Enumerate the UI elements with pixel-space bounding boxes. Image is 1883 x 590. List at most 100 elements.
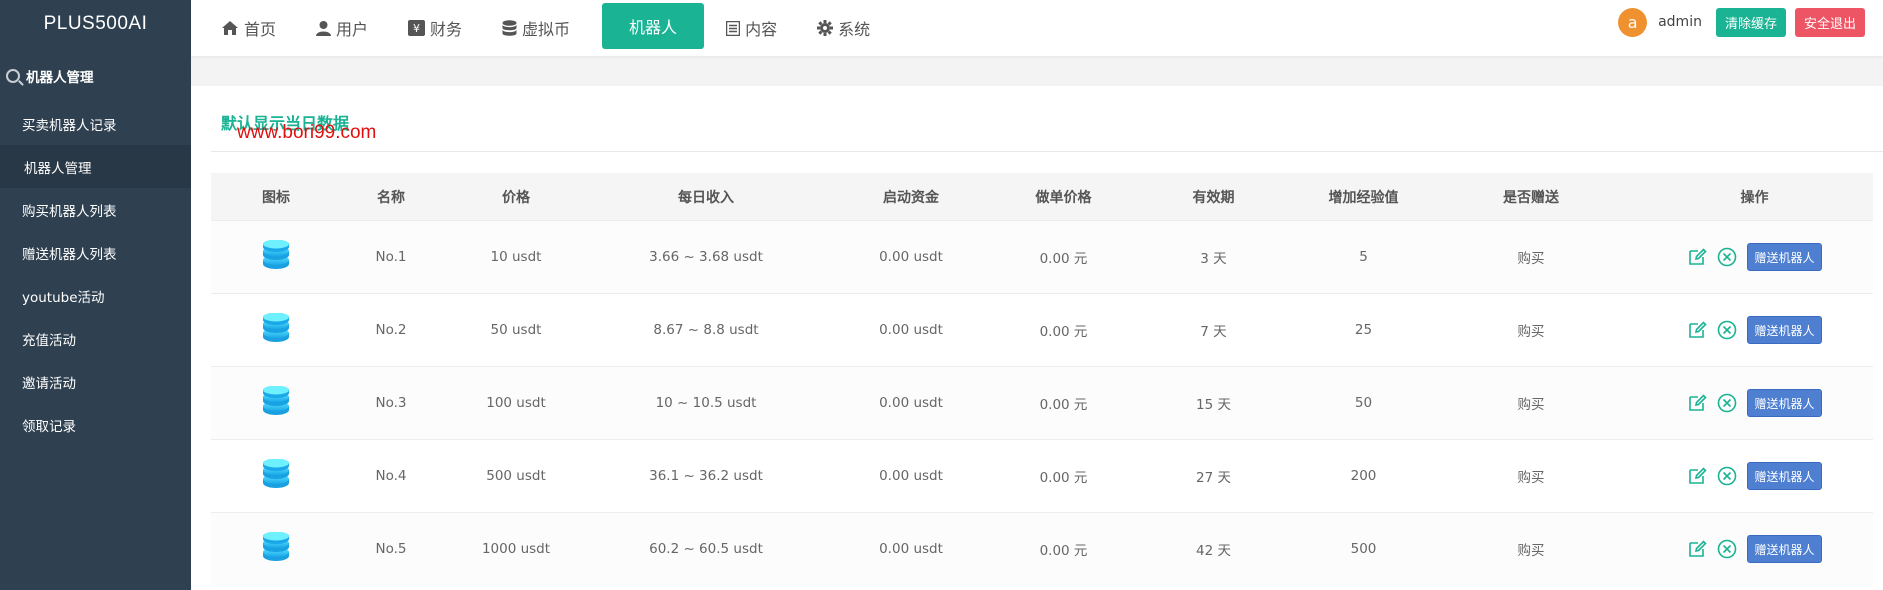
robot-is-gift: 购买 (1517, 543, 1545, 559)
robot-experience: 25 (1354, 322, 1373, 338)
avatar[interactable]: a (1618, 7, 1648, 37)
robot-start-fund: 0.00 usdt (879, 322, 943, 338)
table-row: No.5 1000 usdt 60.2 ~ 60.5 usdt 0.00 usd… (211, 512, 1873, 585)
delete-icon[interactable] (1717, 539, 1737, 559)
robot-validity: 15 天 (1196, 397, 1231, 413)
robot-start-fund: 0.00 usdt (879, 249, 943, 265)
table-row: No.1 10 usdt 3.66 ~ 3.68 usdt 0.00 usdt … (211, 220, 1873, 293)
row-actions: 赠送机器人 (1636, 389, 1873, 417)
gear-icon (817, 20, 834, 36)
sidebar-item-robot-management[interactable]: 机器人管理 (0, 145, 191, 188)
robot-start-fund: 0.00 usdt (879, 541, 943, 557)
top-navbar: 首页 用户 ¥ 财务 虚拟币 机器人 内容 系统 a admin 清除缓存 安全… (191, 0, 1883, 56)
robot-name: No.1 (375, 249, 407, 265)
gift-robot-button[interactable]: 赠送机器人 (1747, 243, 1822, 271)
robot-experience: 5 (1359, 249, 1368, 265)
sidebar-section-label: 机器人管理 (26, 69, 94, 86)
robot-table: 图标 名称 价格 每日收入 启动资金 做单价格 有效期 增加经验值 是否赠送 操… (211, 173, 1873, 585)
sidebar-item-youtube-activity[interactable]: youtube活动 (0, 274, 191, 317)
robot-is-gift: 购买 (1517, 470, 1545, 486)
finance-icon: ¥ (408, 20, 426, 36)
robot-name: No.3 (375, 395, 407, 411)
gift-robot-button[interactable]: 赠送机器人 (1747, 316, 1822, 344)
robot-icon-cell (211, 532, 341, 566)
gift-robot-button[interactable]: 赠送机器人 (1747, 462, 1822, 490)
nav-label: 虚拟币 (522, 20, 571, 39)
gift-robot-button[interactable]: 赠送机器人 (1747, 389, 1822, 417)
robot-icon-cell (211, 386, 341, 420)
nav-home[interactable]: 首页 (221, 0, 276, 56)
header-daily-income: 每日收入 (678, 189, 734, 206)
nav-label: 系统 (838, 20, 871, 39)
nav-system[interactable]: 系统 (817, 0, 870, 56)
nav-content[interactable]: 内容 (726, 0, 777, 56)
robot-validity: 27 天 (1196, 470, 1231, 486)
robot-experience: 50 (1354, 395, 1373, 411)
sidebar-item-label: 买卖机器人记录 (22, 117, 117, 134)
row-actions: 赠送机器人 (1636, 316, 1873, 344)
table-row: No.3 100 usdt 10 ~ 10.5 usdt 0.00 usdt 0… (211, 366, 1873, 439)
sidebar-item-gift-list[interactable]: 赠送机器人列表 (0, 231, 191, 274)
sidebar-item-label: 领取记录 (22, 418, 76, 435)
nav-crypto[interactable]: 虚拟币 (502, 0, 570, 56)
content-icon (726, 20, 741, 36)
robot-experience: 200 (1350, 468, 1377, 484)
nav-finance[interactable]: ¥ 财务 (408, 0, 462, 56)
sidebar-item-label: youtube活动 (22, 289, 105, 306)
robot-price: 50 usdt (490, 322, 542, 338)
nav-label: 首页 (244, 20, 277, 39)
robot-daily-income: 3.66 ~ 3.68 usdt (649, 249, 763, 265)
user-icon (316, 21, 332, 36)
robot-is-gift: 购买 (1517, 397, 1545, 413)
nav-user[interactable]: 用户 (316, 0, 368, 56)
robot-stack-icon (263, 240, 289, 269)
header-start-fund: 启动资金 (883, 189, 939, 206)
clear-cache-button[interactable]: 清除缓存 (1715, 7, 1786, 37)
robot-stack-icon (263, 532, 289, 561)
robot-icon-cell (211, 240, 341, 274)
robot-name: No.5 (375, 541, 407, 557)
edit-icon[interactable] (1687, 247, 1708, 267)
robot-price: 10 usdt (490, 249, 542, 265)
sidebar-item-invite-activity[interactable]: 邀请活动 (0, 360, 191, 403)
robot-icon-cell (211, 313, 341, 347)
robot-daily-income: 10 ~ 10.5 usdt (655, 395, 757, 411)
edit-icon[interactable] (1687, 466, 1708, 486)
robot-start-fund: 0.00 usdt (879, 468, 943, 484)
sidebar-item-trade-records[interactable]: 买卖机器人记录 (0, 102, 191, 145)
username: admin (1658, 14, 1702, 30)
edit-icon[interactable] (1687, 539, 1708, 559)
delete-icon[interactable] (1717, 320, 1737, 340)
row-actions: 赠送机器人 (1636, 535, 1873, 563)
sidebar-item-purchase-list[interactable]: 购买机器人列表 (0, 188, 191, 231)
delete-icon[interactable] (1717, 466, 1737, 486)
home-icon (222, 21, 238, 35)
gift-robot-button[interactable]: 赠送机器人 (1747, 535, 1822, 563)
sidebar-item-label: 购买机器人列表 (22, 203, 117, 220)
table-body: No.1 10 usdt 3.66 ~ 3.68 usdt 0.00 usdt … (211, 220, 1873, 585)
sidebar: PLUS500AI 机器人管理 买卖机器人记录 机器人管理 购买机器人列表 赠送… (0, 0, 191, 590)
robot-stack-icon (263, 386, 289, 415)
robot-order-price: 0.00 元 (1039, 543, 1088, 559)
table-header: 图标 名称 价格 每日收入 启动资金 做单价格 有效期 增加经验值 是否赠送 操… (211, 173, 1873, 220)
robot-validity: 3 天 (1200, 251, 1227, 267)
delete-icon[interactable] (1717, 393, 1737, 413)
search-icon (6, 68, 20, 83)
sidebar-section-robot-management[interactable]: 机器人管理 (0, 49, 191, 102)
sidebar-item-claim-records[interactable]: 领取记录 (0, 403, 191, 446)
robot-stack-icon (263, 313, 289, 342)
robot-order-price: 0.00 元 (1039, 470, 1088, 486)
logout-button[interactable]: 安全退出 (1794, 7, 1865, 37)
header-right: a admin 清除缓存 安全退出 (1618, 0, 1865, 44)
sidebar-item-recharge-activity[interactable]: 充值活动 (0, 317, 191, 360)
edit-icon[interactable] (1687, 393, 1708, 413)
delete-icon[interactable] (1717, 247, 1737, 267)
edit-icon[interactable] (1687, 320, 1708, 340)
sidebar-item-label: 赠送机器人列表 (22, 246, 117, 263)
robot-daily-income: 8.67 ~ 8.8 usdt (653, 322, 759, 338)
robot-order-price: 0.00 元 (1039, 397, 1088, 413)
main-content: 默认显示当日数据 www.bori99.com 图标 名称 价格 每日收入 启动… (191, 86, 1883, 590)
robot-start-fund: 0.00 usdt (879, 395, 943, 411)
nav-robot[interactable]: 机器人 (602, 3, 705, 49)
brand-logo: PLUS500AI (43, 13, 148, 34)
